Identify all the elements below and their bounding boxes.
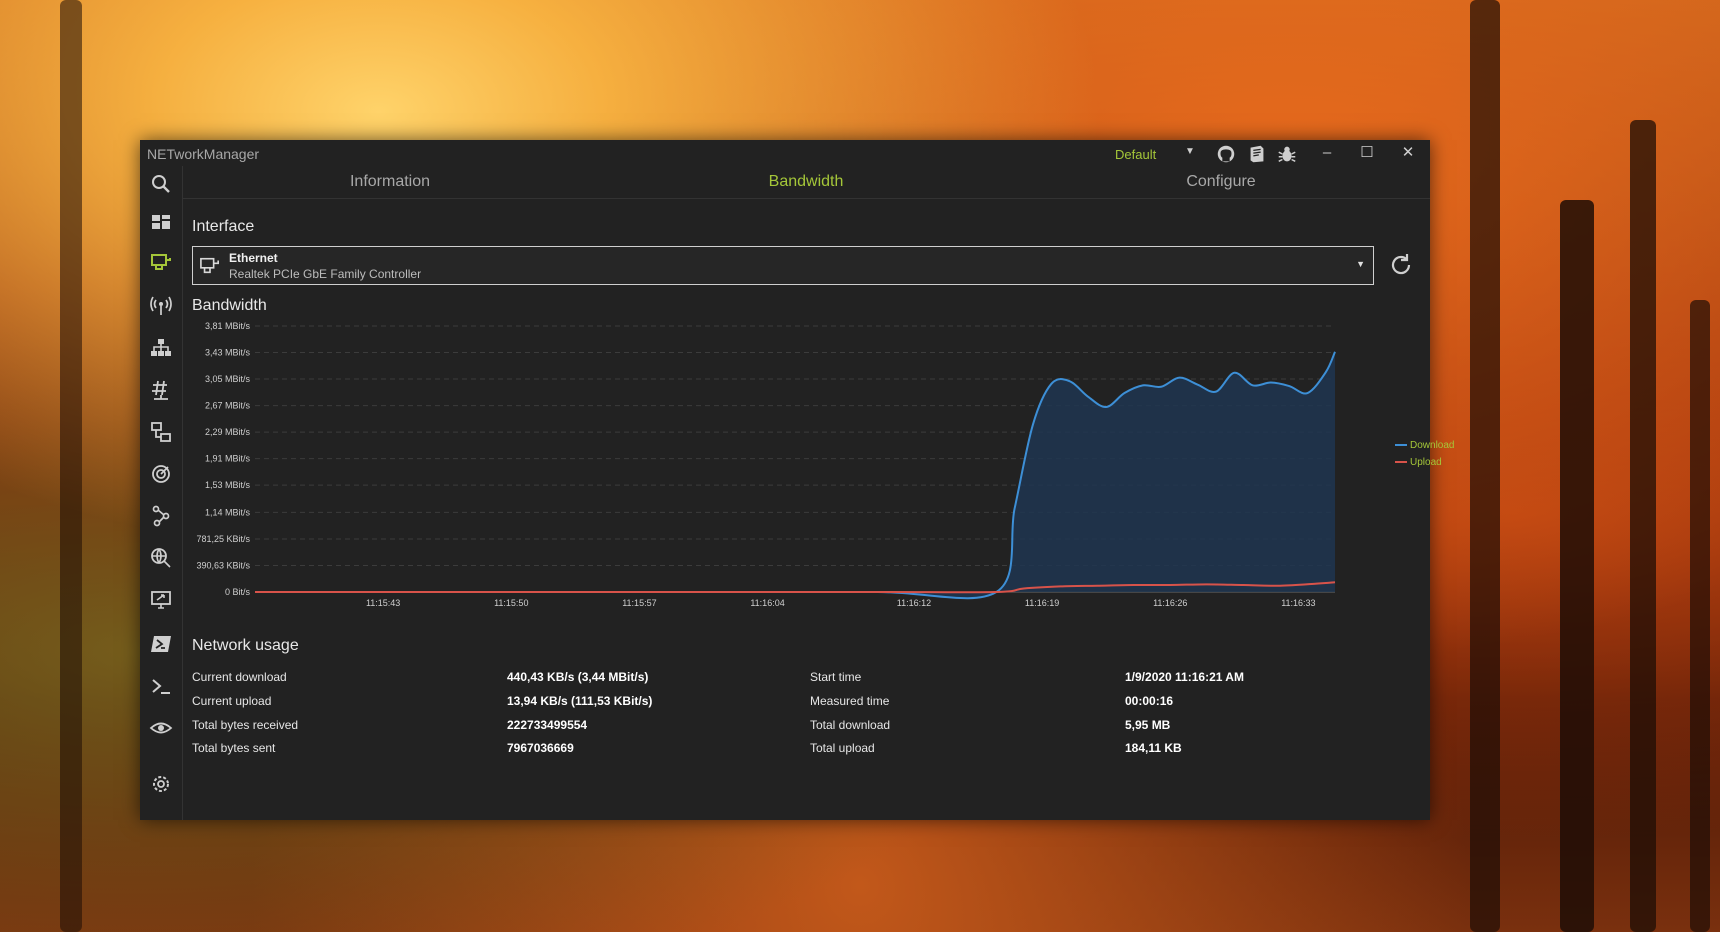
x-tick-label: 11:16:33 bbox=[1281, 598, 1315, 608]
maximize-button[interactable]: ☐ bbox=[1353, 142, 1381, 164]
tab-configure[interactable]: Configure bbox=[1186, 173, 1255, 191]
tab-bar: Information Bandwidth Configure bbox=[183, 166, 1430, 199]
total-upload-value: 184,11 KB bbox=[1125, 741, 1182, 755]
github-icon[interactable] bbox=[1215, 143, 1237, 165]
start-time-value: 1/9/2020 11:16:21 AM bbox=[1125, 670, 1244, 684]
bandwidth-chart: 0 Bit/s 390,63 KBit/s 781,25 KBit/s 1,14 MB… bbox=[185, 320, 1454, 630]
wifi-icon[interactable] bbox=[149, 294, 173, 318]
total-bytes-sent-value: 7967036669 bbox=[507, 741, 574, 755]
close-button[interactable]: ✕ bbox=[1394, 142, 1422, 164]
powershell-icon[interactable] bbox=[149, 632, 173, 656]
total-download-label: Total download bbox=[810, 718, 891, 732]
network-usage-heading: Network usage bbox=[192, 637, 299, 654]
measured-time-label: Measured time bbox=[810, 694, 890, 708]
route-icon[interactable] bbox=[149, 504, 173, 528]
x-tick-label: 11:15:43 bbox=[366, 598, 400, 608]
remote-desktop-icon[interactable] bbox=[149, 588, 173, 612]
interface-name: Ethernet bbox=[229, 251, 278, 265]
y-tick-label: 390,63 KBit/s bbox=[196, 560, 250, 570]
current-download-label: Current download bbox=[192, 670, 287, 684]
ip-scanner-icon[interactable] bbox=[149, 336, 173, 360]
x-tick-label: 11:15:50 bbox=[494, 598, 528, 608]
y-tick-label: 3,43 MBit/s bbox=[205, 348, 251, 358]
y-tick-label: 2,67 MBit/s bbox=[205, 401, 251, 411]
y-tick-label: 3,05 MBit/s bbox=[205, 374, 251, 384]
bug-report-icon[interactable] bbox=[1276, 143, 1298, 165]
traceroute-icon[interactable] bbox=[149, 462, 173, 486]
network-interface-icon[interactable] bbox=[149, 250, 173, 274]
current-upload-label: Current upload bbox=[192, 694, 272, 708]
y-tick-label: 0 Bit/s bbox=[225, 587, 251, 597]
y-tick-label: 1,53 MBit/s bbox=[205, 480, 251, 490]
legend-label-download: Download bbox=[1410, 440, 1455, 451]
chevron-down-icon[interactable]: ▼ bbox=[1185, 146, 1195, 157]
y-tick-label: 2,29 MBit/s bbox=[205, 427, 251, 437]
bandwidth-chart-svg: 0 Bit/s 390,63 KBit/s 781,25 KBit/s 1,14 MB… bbox=[196, 321, 1336, 608]
total-upload-label: Total upload bbox=[810, 741, 875, 755]
minimize-button[interactable]: – bbox=[1313, 142, 1341, 164]
total-download-value: 5,95 MB bbox=[1125, 718, 1171, 732]
interface-dropdown[interactable]: Ethernet Realtek PCIe GbE Family Control… bbox=[192, 246, 1374, 285]
total-bytes-received-label: Total bytes received bbox=[192, 718, 299, 732]
sidebar bbox=[140, 166, 183, 820]
x-tick-label: 11:15:57 bbox=[622, 598, 656, 608]
refresh-icon bbox=[1391, 254, 1411, 275]
tab-information[interactable]: Information bbox=[350, 173, 430, 191]
legend-item-upload: Upload bbox=[1395, 457, 1442, 468]
x-tick-label: 11:16:26 bbox=[1153, 598, 1187, 608]
y-tick-label: 781,25 KBit/s bbox=[196, 534, 250, 544]
start-time-label: Start time bbox=[810, 670, 862, 684]
y-tick-label: 1,91 MBit/s bbox=[205, 454, 251, 464]
profile-selector[interactable]: Default bbox=[1115, 147, 1156, 162]
total-bytes-sent-label: Total bytes sent bbox=[192, 741, 276, 755]
refresh-button[interactable] bbox=[1388, 252, 1414, 278]
network-interface-icon bbox=[200, 257, 219, 274]
title-bar[interactable]: NETworkManager Default ▼ – ☐ ✕ bbox=[140, 140, 1430, 166]
x-tick-label: 11:16:04 bbox=[750, 598, 784, 608]
settings-icon[interactable] bbox=[149, 772, 173, 796]
legend-item-download: Download bbox=[1395, 440, 1454, 451]
interface-heading: Interface bbox=[192, 218, 255, 235]
app-title: NETworkManager bbox=[147, 146, 260, 162]
x-tick-label: 11:16:12 bbox=[897, 598, 931, 608]
y-tick-label: 1,14 MBit/s bbox=[205, 507, 251, 517]
eye-icon[interactable] bbox=[149, 716, 173, 740]
y-tick-label: 3,81 MBit/s bbox=[205, 321, 251, 331]
dashboard-icon[interactable] bbox=[149, 210, 173, 234]
port-icon[interactable] bbox=[149, 378, 173, 402]
measured-time-value: 00:00:16 bbox=[1125, 694, 1174, 708]
ping-monitor-icon[interactable] bbox=[149, 420, 173, 444]
legend-label-upload: Upload bbox=[1410, 457, 1442, 468]
interface-description: Realtek PCIe GbE Family Controller bbox=[229, 267, 422, 281]
dns-lookup-icon[interactable] bbox=[149, 546, 173, 570]
area-fill-download bbox=[255, 351, 1335, 599]
x-tick-label: 11:16:19 bbox=[1025, 598, 1059, 608]
current-upload-value: 13,94 KB/s (111,53 KBit/s) bbox=[507, 694, 653, 708]
search-icon[interactable] bbox=[149, 172, 173, 196]
total-bytes-received-value: 222733499554 bbox=[507, 718, 588, 732]
documentation-icon[interactable] bbox=[1246, 143, 1268, 165]
bandwidth-heading: Bandwidth bbox=[192, 297, 267, 314]
current-download-value: 440,43 KB/s (3,44 MBit/s) bbox=[507, 670, 649, 684]
tab-bandwidth[interactable]: Bandwidth bbox=[769, 173, 844, 191]
app-window: NETworkManager Default ▼ – ☐ ✕ Informati… bbox=[140, 140, 1454, 820]
terminal-icon[interactable] bbox=[149, 674, 173, 698]
chevron-down-icon: ▼ bbox=[1356, 259, 1365, 269]
